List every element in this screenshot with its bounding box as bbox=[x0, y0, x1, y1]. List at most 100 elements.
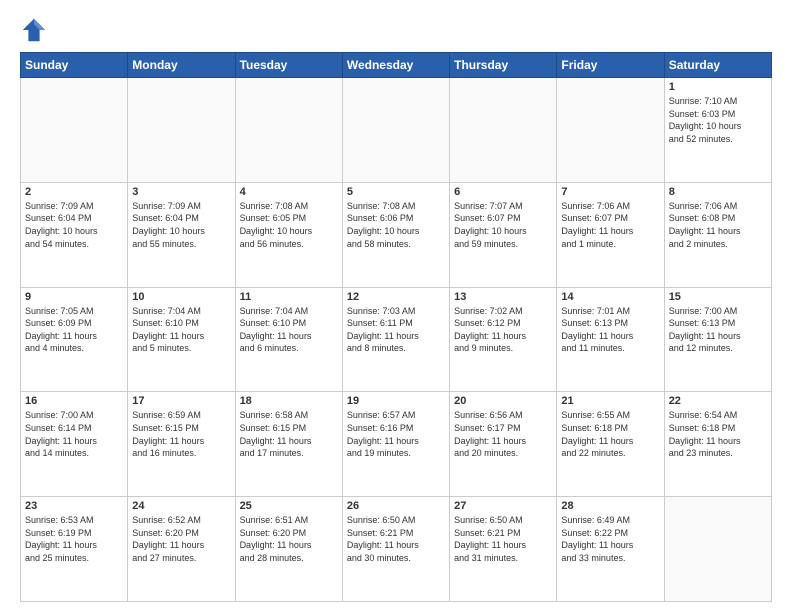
day-info: Sunrise: 6:52 AM Sunset: 6:20 PM Dayligh… bbox=[132, 514, 230, 564]
day-info: Sunrise: 6:53 AM Sunset: 6:19 PM Dayligh… bbox=[25, 514, 123, 564]
day-number: 6 bbox=[454, 186, 552, 198]
day-info: Sunrise: 7:08 AM Sunset: 6:06 PM Dayligh… bbox=[347, 200, 445, 250]
day-info: Sunrise: 7:06 AM Sunset: 6:07 PM Dayligh… bbox=[561, 200, 659, 250]
day-info: Sunrise: 7:06 AM Sunset: 6:08 PM Dayligh… bbox=[669, 200, 767, 250]
day-number: 24 bbox=[132, 500, 230, 512]
day-cell: 15Sunrise: 7:00 AM Sunset: 6:13 PM Dayli… bbox=[664, 287, 771, 392]
day-info: Sunrise: 6:55 AM Sunset: 6:18 PM Dayligh… bbox=[561, 409, 659, 459]
day-number: 26 bbox=[347, 500, 445, 512]
day-cell: 2 Sunrise: 7:09 AM Sunset: 6:04 PM Daylig… bbox=[21, 182, 128, 287]
col-header-saturday: Saturday bbox=[664, 53, 771, 78]
col-header-thursday: Thursday bbox=[450, 53, 557, 78]
day-info: Sunrise: 7:09 AM Sunset: 6:04 PM Dayligh… bbox=[25, 200, 123, 250]
week-row-3: 9 Sunrise: 7:05 AM Sunset: 6:09 PM Daylig… bbox=[21, 287, 772, 392]
day-info: Sunrise: 6:49 AM Sunset: 6:22 PM Dayligh… bbox=[561, 514, 659, 564]
day-cell: 6 Sunrise: 7:07 AM Sunset: 6:07 PM Daylig… bbox=[450, 182, 557, 287]
logo bbox=[20, 16, 52, 44]
day-cell bbox=[21, 78, 128, 183]
day-number: 23 bbox=[25, 500, 123, 512]
day-number: 19 bbox=[347, 395, 445, 407]
day-info: Sunrise: 7:04 AM Sunset: 6:10 PM Dayligh… bbox=[240, 305, 338, 355]
day-cell: 3 Sunrise: 7:09 AM Sunset: 6:04 PM Daylig… bbox=[128, 182, 235, 287]
day-info: Sunrise: 7:10 AM Sunset: 6:03 PM Dayligh… bbox=[669, 95, 767, 145]
day-info: Sunrise: 6:57 AM Sunset: 6:16 PM Dayligh… bbox=[347, 409, 445, 459]
day-number: 12 bbox=[347, 291, 445, 303]
day-cell: 17Sunrise: 6:59 AM Sunset: 6:15 PM Dayli… bbox=[128, 392, 235, 497]
day-number: 3 bbox=[132, 186, 230, 198]
day-number: 8 bbox=[669, 186, 767, 198]
day-cell: 12 Sunrise: 7:03 AM Sunset: 6:11 PM Dayli… bbox=[342, 287, 449, 392]
day-cell: 5 Sunrise: 7:08 AM Sunset: 6:06 PM Daylig… bbox=[342, 182, 449, 287]
day-info: Sunrise: 7:01 AM Sunset: 6:13 PM Dayligh… bbox=[561, 305, 659, 355]
day-number: 27 bbox=[454, 500, 552, 512]
day-cell: 23 Sunrise: 6:53 AM Sunset: 6:19 PM Dayli… bbox=[21, 497, 128, 602]
day-number: 9 bbox=[25, 291, 123, 303]
day-info: Sunrise: 7:00 AM Sunset: 6:14 PM Dayligh… bbox=[25, 409, 123, 459]
day-number: 18 bbox=[240, 395, 338, 407]
day-number: 14 bbox=[561, 291, 659, 303]
day-info: Sunrise: 7:09 AM Sunset: 6:04 PM Dayligh… bbox=[132, 200, 230, 250]
day-number: 28 bbox=[561, 500, 659, 512]
col-header-wednesday: Wednesday bbox=[342, 53, 449, 78]
week-row-4: 16Sunrise: 7:00 AM Sunset: 6:14 PM Dayli… bbox=[21, 392, 772, 497]
day-cell: 28 Sunrise: 6:49 AM Sunset: 6:22 PM Dayli… bbox=[557, 497, 664, 602]
day-info: Sunrise: 7:05 AM Sunset: 6:09 PM Dayligh… bbox=[25, 305, 123, 355]
day-cell: 4 Sunrise: 7:08 AM Sunset: 6:05 PM Daylig… bbox=[235, 182, 342, 287]
day-cell: 25Sunrise: 6:51 AM Sunset: 6:20 PM Dayli… bbox=[235, 497, 342, 602]
day-number: 10 bbox=[132, 291, 230, 303]
day-cell: 9 Sunrise: 7:05 AM Sunset: 6:09 PM Daylig… bbox=[21, 287, 128, 392]
day-info: Sunrise: 6:58 AM Sunset: 6:15 PM Dayligh… bbox=[240, 409, 338, 459]
day-cell: 26Sunrise: 6:50 AM Sunset: 6:21 PM Dayli… bbox=[342, 497, 449, 602]
day-cell: 13 Sunrise: 7:02 AM Sunset: 6:12 PM Dayli… bbox=[450, 287, 557, 392]
day-info: Sunrise: 7:07 AM Sunset: 6:07 PM Dayligh… bbox=[454, 200, 552, 250]
day-info: Sunrise: 6:56 AM Sunset: 6:17 PM Dayligh… bbox=[454, 409, 552, 459]
day-header-row: SundayMondayTuesdayWednesdayThursdayFrid… bbox=[21, 53, 772, 78]
header bbox=[20, 16, 772, 44]
day-info: Sunrise: 6:54 AM Sunset: 6:18 PM Dayligh… bbox=[669, 409, 767, 459]
day-info: Sunrise: 7:08 AM Sunset: 6:05 PM Dayligh… bbox=[240, 200, 338, 250]
col-header-sunday: Sunday bbox=[21, 53, 128, 78]
day-number: 7 bbox=[561, 186, 659, 198]
day-cell: 24 Sunrise: 6:52 AM Sunset: 6:20 PM Dayli… bbox=[128, 497, 235, 602]
day-cell bbox=[235, 78, 342, 183]
day-number: 20 bbox=[454, 395, 552, 407]
week-row-2: 2 Sunrise: 7:09 AM Sunset: 6:04 PM Daylig… bbox=[21, 182, 772, 287]
day-number: 4 bbox=[240, 186, 338, 198]
day-number: 22 bbox=[669, 395, 767, 407]
calendar-body: 1 Sunrise: 7:10 AM Sunset: 6:03 PM Daylig… bbox=[21, 78, 772, 602]
day-number: 13 bbox=[454, 291, 552, 303]
day-number: 11 bbox=[240, 291, 338, 303]
day-cell: 14 Sunrise: 7:01 AM Sunset: 6:13 PM Dayli… bbox=[557, 287, 664, 392]
day-info: Sunrise: 7:03 AM Sunset: 6:11 PM Dayligh… bbox=[347, 305, 445, 355]
logo-icon bbox=[20, 16, 48, 44]
day-cell: 8 Sunrise: 7:06 AM Sunset: 6:08 PM Daylig… bbox=[664, 182, 771, 287]
day-number: 5 bbox=[347, 186, 445, 198]
day-cell: 27Sunrise: 6:50 AM Sunset: 6:21 PM Dayli… bbox=[450, 497, 557, 602]
col-header-tuesday: Tuesday bbox=[235, 53, 342, 78]
day-number: 17 bbox=[132, 395, 230, 407]
calendar-header: SundayMondayTuesdayWednesdayThursdayFrid… bbox=[21, 53, 772, 78]
day-cell bbox=[342, 78, 449, 183]
day-cell: 22 Sunrise: 6:54 AM Sunset: 6:18 PM Dayli… bbox=[664, 392, 771, 497]
day-number: 2 bbox=[25, 186, 123, 198]
day-info: Sunrise: 7:00 AM Sunset: 6:13 PM Dayligh… bbox=[669, 305, 767, 355]
col-header-monday: Monday bbox=[128, 53, 235, 78]
week-row-1: 1 Sunrise: 7:10 AM Sunset: 6:03 PM Daylig… bbox=[21, 78, 772, 183]
day-cell: 21 Sunrise: 6:55 AM Sunset: 6:18 PM Dayli… bbox=[557, 392, 664, 497]
day-cell bbox=[128, 78, 235, 183]
day-info: Sunrise: 7:02 AM Sunset: 6:12 PM Dayligh… bbox=[454, 305, 552, 355]
day-cell: 20 Sunrise: 6:56 AM Sunset: 6:17 PM Dayli… bbox=[450, 392, 557, 497]
day-cell: 18 Sunrise: 6:58 AM Sunset: 6:15 PM Dayli… bbox=[235, 392, 342, 497]
day-cell: 1 Sunrise: 7:10 AM Sunset: 6:03 PM Daylig… bbox=[664, 78, 771, 183]
week-row-5: 23 Sunrise: 6:53 AM Sunset: 6:19 PM Dayli… bbox=[21, 497, 772, 602]
day-number: 21 bbox=[561, 395, 659, 407]
day-cell bbox=[557, 78, 664, 183]
page: SundayMondayTuesdayWednesdayThursdayFrid… bbox=[0, 0, 792, 612]
day-cell: 10Sunrise: 7:04 AM Sunset: 6:10 PM Dayli… bbox=[128, 287, 235, 392]
day-number: 1 bbox=[669, 81, 767, 93]
day-cell: 7 Sunrise: 7:06 AM Sunset: 6:07 PM Daylig… bbox=[557, 182, 664, 287]
day-cell: 19 Sunrise: 6:57 AM Sunset: 6:16 PM Dayli… bbox=[342, 392, 449, 497]
day-cell bbox=[450, 78, 557, 183]
col-header-friday: Friday bbox=[557, 53, 664, 78]
day-number: 25 bbox=[240, 500, 338, 512]
